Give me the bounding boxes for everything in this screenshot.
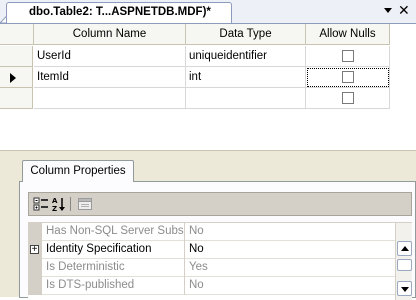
column-properties-panel: Column Properties A Z Has Non-SQL Server…	[0, 150, 416, 300]
row-selector-header	[0, 24, 34, 45]
property-pages-icon[interactable]	[77, 196, 93, 212]
property-gutter	[28, 259, 42, 277]
property-row[interactable]: Is DTS-published No	[28, 277, 395, 295]
allow-nulls-header[interactable]: Allow Nulls	[306, 24, 390, 45]
expand-plus-icon[interactable]: +	[30, 245, 39, 255]
row-selector[interactable]	[0, 88, 33, 109]
properties-frame: A Z Has Non-SQL Server Subs No + Identit…	[19, 181, 416, 300]
column-name-cell[interactable]: UserId	[34, 46, 186, 67]
svg-text:A: A	[52, 197, 58, 205]
scroll-down-button[interactable]	[397, 281, 412, 296]
allow-nulls-checkbox[interactable]	[341, 92, 354, 104]
property-value[interactable]: No	[189, 223, 204, 241]
column-name-cell[interactable]	[34, 88, 186, 109]
alphabetical-sort-icon[interactable]: A Z	[51, 196, 67, 212]
close-icon[interactable]: ✕	[398, 3, 410, 17]
current-row-arrow-icon	[10, 73, 16, 83]
document-tab[interactable]: dbo.Table2: T...ASPNETDB.MDF)*	[6, 2, 232, 23]
column-name-cell[interactable]: ItemId	[34, 67, 186, 88]
allow-nulls-cell[interactable]	[306, 88, 390, 109]
property-gutter	[28, 223, 42, 241]
toolbar-separator	[70, 197, 71, 211]
svg-text:Z: Z	[52, 205, 57, 212]
chevron-up-icon	[401, 246, 409, 251]
data-type-cell[interactable]: uniqueidentifier	[186, 46, 306, 67]
chevron-down-icon[interactable]	[384, 8, 392, 13]
data-type-cell[interactable]: int	[186, 67, 306, 88]
property-row[interactable]: Is Deterministic Yes	[28, 259, 395, 277]
table-row[interactable]: UserId uniqueidentifier	[0, 46, 416, 67]
row-selector[interactable]	[0, 67, 33, 88]
allow-nulls-cell[interactable]	[306, 67, 390, 88]
row-selector[interactable]	[0, 46, 33, 67]
scroll-thumb[interactable]	[397, 259, 412, 271]
allow-nulls-cell[interactable]	[306, 46, 390, 67]
property-name: Identity Specification	[46, 241, 185, 259]
categorized-icon[interactable]	[33, 196, 49, 212]
property-name: Has Non-SQL Server Subs	[46, 223, 185, 241]
property-gutter	[28, 277, 42, 295]
allow-nulls-checkbox[interactable]	[341, 71, 354, 83]
column-name-header[interactable]: Column Name	[34, 24, 186, 45]
data-type-cell[interactable]	[186, 88, 306, 109]
property-value[interactable]: No	[189, 241, 204, 259]
grid-header: Column Name Data Type Allow Nulls	[0, 24, 416, 46]
property-grid-scrollbar[interactable]	[395, 223, 412, 300]
table-design-grid: Column Name Data Type Allow Nulls UserId…	[0, 24, 416, 150]
property-value[interactable]: Yes	[189, 259, 208, 277]
properties-toolbar: A Z	[28, 192, 412, 216]
property-value[interactable]: No	[189, 277, 204, 295]
table-row[interactable]	[0, 88, 416, 109]
tab-column-properties-label: Column Properties	[30, 165, 126, 177]
data-type-header[interactable]: Data Type	[186, 24, 306, 45]
table-row[interactable]: ItemId int	[0, 67, 416, 88]
property-row[interactable]: Has Non-SQL Server Subs No	[28, 223, 395, 241]
chevron-down-icon	[401, 287, 409, 292]
allow-nulls-checkbox[interactable]	[341, 50, 354, 62]
property-grid: Has Non-SQL Server Subs No + Identity Sp…	[28, 222, 412, 300]
property-gutter: +	[28, 241, 42, 259]
property-name: Is DTS-published	[46, 277, 185, 295]
tab-column-properties[interactable]: Column Properties	[22, 160, 134, 182]
property-name: Is Deterministic	[46, 259, 185, 277]
document-tab-title: dbo.Table2: T...ASPNETDB.MDF)*	[29, 6, 211, 18]
property-row[interactable]: + Identity Specification No	[28, 241, 395, 259]
document-tab-strip: dbo.Table2: T...ASPNETDB.MDF)* ✕	[0, 0, 416, 24]
scroll-up-button[interactable]	[397, 241, 412, 256]
